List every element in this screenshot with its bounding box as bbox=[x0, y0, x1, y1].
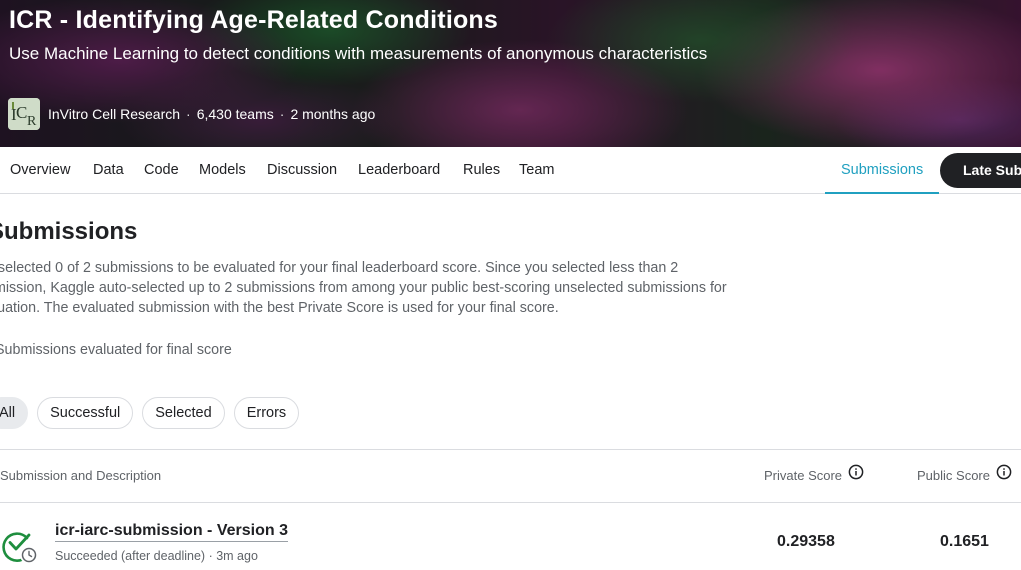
svg-text:C: C bbox=[16, 103, 27, 122]
filter-selected[interactable]: Selected bbox=[142, 397, 225, 429]
tab-submissions[interactable]: Submissions bbox=[824, 147, 940, 194]
description-line: bmission, Kaggle auto-selected up to 2 s… bbox=[0, 280, 727, 296]
check-circle-clock-icon bbox=[0, 526, 40, 566]
page-title: Submissions bbox=[0, 218, 138, 245]
private-score-label: Private Score bbox=[764, 468, 843, 483]
teams-count: 6,430 teams bbox=[196, 106, 274, 122]
host-meta: InVitro Cell Research · 6,430 teams · 2 mont… bbox=[48, 106, 375, 122]
public-score-value: 0.1651 bbox=[940, 533, 989, 550]
submissions-table-header: Submission and Description Private Score… bbox=[0, 449, 1021, 503]
late-submission-button[interactable]: Late Sub bbox=[940, 153, 1021, 188]
tab-rules[interactable]: Rules bbox=[463, 147, 500, 193]
public-score-label: Public Score bbox=[917, 468, 990, 483]
competition-subtitle: Use Machine Learning to detect condition… bbox=[9, 44, 708, 63]
submission-status: Succeeded (after deadline) · 3m ago bbox=[55, 549, 258, 563]
column-submission: Submission and Description bbox=[0, 468, 162, 483]
tab-data[interactable]: Data bbox=[93, 147, 124, 193]
private-score-value: 0.29358 bbox=[777, 533, 835, 550]
description-line: u selected 0 of 2 submissions to be eval… bbox=[0, 260, 679, 276]
competition-tabs: Overview Data Code Models Discussion Lea… bbox=[0, 147, 1021, 194]
submission-name-link[interactable]: icr-iarc-submission - Version 3 bbox=[55, 521, 288, 542]
host-name[interactable]: InVitro Cell Research bbox=[48, 106, 180, 122]
host-logo[interactable]: I C R bbox=[8, 98, 40, 130]
tab-code[interactable]: Code bbox=[144, 147, 179, 193]
svg-text:R: R bbox=[27, 114, 37, 129]
separator-dot: · bbox=[279, 106, 285, 122]
filter-errors[interactable]: Errors bbox=[233, 397, 300, 429]
evaluated-count: Submissions evaluated for final score bbox=[0, 342, 232, 358]
submission-filters: All Successful Selected Errors bbox=[0, 397, 300, 429]
info-icon[interactable] bbox=[848, 450, 864, 502]
column-public-score[interactable]: Public Score bbox=[917, 450, 1012, 502]
host-info: I C R InVitro Cell Research · 6,430 teams ·… bbox=[8, 98, 375, 130]
competition-title: ICR - Identifying Age-Related Conditions bbox=[9, 6, 499, 34]
separator-dot: · bbox=[186, 106, 191, 122]
tab-team[interactable]: Team bbox=[519, 147, 554, 193]
description-line: aluation. The evaluated submission with … bbox=[0, 300, 559, 316]
info-icon[interactable] bbox=[996, 450, 1012, 502]
column-private-score[interactable]: Private Score bbox=[764, 450, 864, 502]
tab-overview[interactable]: Overview bbox=[10, 147, 70, 193]
competition-age: 2 months ago bbox=[290, 106, 376, 122]
filter-successful[interactable]: Successful bbox=[37, 397, 134, 429]
competition-header: ICR - Identifying Age-Related Conditions… bbox=[0, 0, 1021, 147]
tab-leaderboard[interactable]: Leaderboard bbox=[358, 147, 440, 193]
filter-all[interactable]: All bbox=[0, 397, 29, 429]
tab-discussion[interactable]: Discussion bbox=[267, 147, 337, 193]
tab-models[interactable]: Models bbox=[199, 147, 246, 193]
submission-description: u selected 0 of 2 submissions to be eval… bbox=[0, 258, 786, 318]
